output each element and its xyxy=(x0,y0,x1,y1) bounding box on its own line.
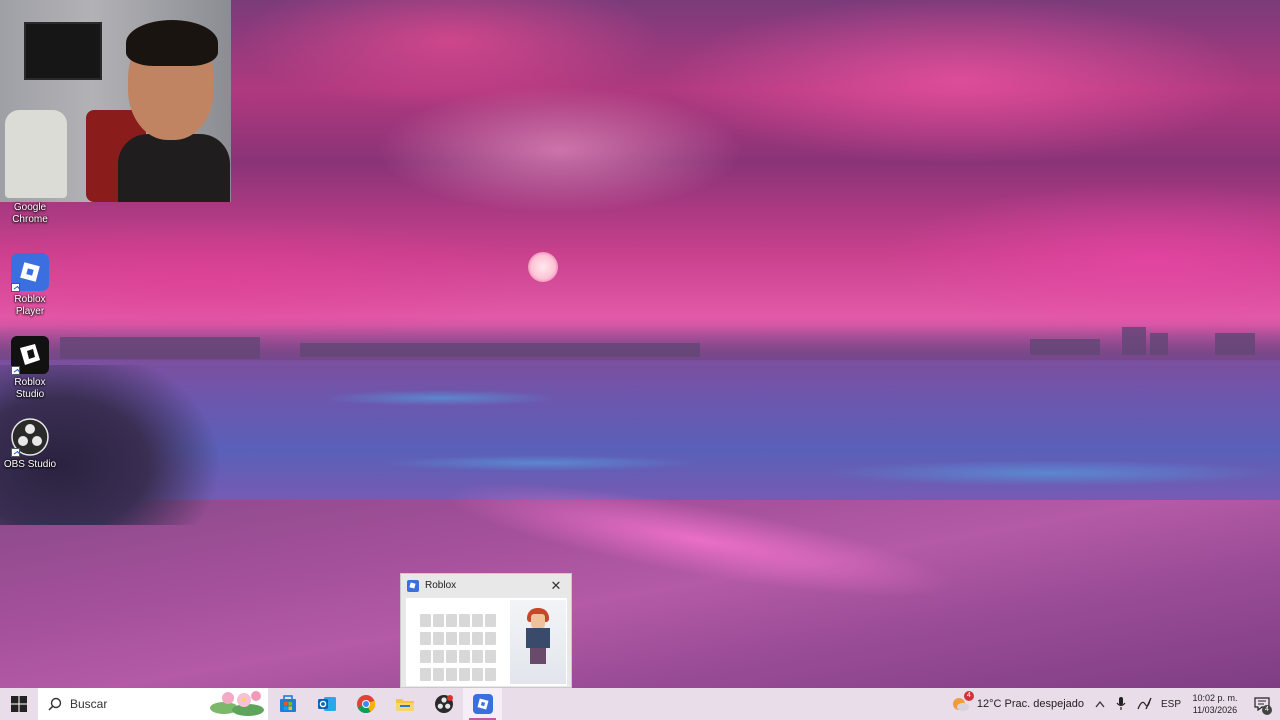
notifications-button[interactable]: 4 xyxy=(1244,688,1280,720)
clock-time: 10:02 p. m. xyxy=(1192,693,1238,703)
store-icon xyxy=(279,695,296,712)
weather-widget[interactable]: 4 12°C Prac. despejado xyxy=(945,688,1090,720)
taskbar-store[interactable] xyxy=(268,688,307,720)
taskbar-file-explorer[interactable] xyxy=(385,688,424,720)
desktop-icon-roblox-player[interactable]: Roblox Player xyxy=(0,253,60,318)
language-indicator[interactable]: ESP xyxy=(1156,688,1186,720)
catalog-item-thumb xyxy=(446,650,457,663)
desktop-icon-obs[interactable]: OBS Studio xyxy=(0,418,60,471)
chrome-icon xyxy=(356,695,375,714)
desktop-icon-roblox-studio[interactable]: Roblox Studio xyxy=(0,336,60,401)
catalog-item-thumb xyxy=(433,614,444,627)
catalog-item-thumb xyxy=(446,632,457,645)
roblox-studio-icon xyxy=(11,336,49,375)
obs-icon xyxy=(11,418,49,457)
roblox-player-icon xyxy=(11,253,49,292)
microphone-icon xyxy=(1116,697,1126,710)
catalog-item-thumb xyxy=(433,650,444,663)
streamer xyxy=(118,20,230,202)
clock[interactable]: 10:02 p. m. 11/03/2026 xyxy=(1186,688,1244,720)
preview-title: Roblox xyxy=(425,580,457,591)
chevron-up-icon xyxy=(1095,700,1105,708)
desktop-icon-label: Roblox Player xyxy=(14,294,46,317)
cam-tv xyxy=(24,22,102,80)
taskbar-roblox[interactable] xyxy=(463,688,502,720)
outlook-icon xyxy=(317,697,336,711)
shortcut-arrow-icon xyxy=(11,366,20,375)
system-tray: 4 12°C Prac. despejado ESP 10:02 p. m. 1… xyxy=(945,688,1280,720)
search-icon xyxy=(48,697,62,711)
desktop-icon-chrome[interactable]: Google Chrome xyxy=(0,202,60,226)
catalog-item-thumb xyxy=(472,632,483,645)
shortcut-arrow-icon xyxy=(11,283,20,292)
catalog-item-thumb xyxy=(420,632,431,645)
avatar-catalog-grid xyxy=(408,604,508,684)
catalog-item-thumb xyxy=(459,650,470,663)
preview-thumbnail[interactable] xyxy=(406,598,567,686)
catalog-item-thumb xyxy=(485,632,496,645)
taskbar-outlook[interactable] xyxy=(307,688,346,720)
weather-text: 12°C Prac. despejado xyxy=(976,698,1084,710)
sun xyxy=(528,252,558,282)
catalog-item-thumb xyxy=(433,632,444,645)
desktop-icon-label: OBS Studio xyxy=(3,459,57,470)
catalog-item-thumb xyxy=(459,614,470,627)
catalog-item-thumb xyxy=(472,668,483,681)
search-placeholder: Buscar xyxy=(70,697,108,711)
obs-icon xyxy=(434,695,453,713)
catalog-item-thumb xyxy=(485,668,496,681)
catalog-item-thumb xyxy=(472,614,483,627)
catalog-item-thumb xyxy=(485,650,496,663)
catalog-item-thumb xyxy=(485,614,496,627)
catalog-item-thumb xyxy=(459,668,470,681)
cam-white-chair xyxy=(5,110,67,198)
shortcut-arrow-icon xyxy=(11,448,20,457)
catalog-item-thumb xyxy=(472,650,483,663)
file-explorer-icon xyxy=(395,699,414,711)
catalog-item-thumb xyxy=(446,614,457,627)
search-box[interactable]: Buscar xyxy=(38,688,268,720)
desktop-icon-label: Roblox Studio xyxy=(14,377,46,400)
desktop-icon-label: Google Chrome xyxy=(12,202,48,225)
show-hidden-icons-button[interactable] xyxy=(1090,688,1110,720)
taskbar-obs[interactable] xyxy=(424,688,463,720)
roblox-window-preview[interactable]: Roblox ✕ xyxy=(400,573,572,688)
taskbar: Buscar 4 12°C Prac. despejado ESP 10:02 … xyxy=(0,688,1280,720)
weather-icon: 4 xyxy=(951,691,974,714)
close-icon[interactable]: ✕ xyxy=(547,577,565,595)
catalog-item-thumb xyxy=(459,632,470,645)
pen-icon xyxy=(1137,697,1152,710)
windows-icon xyxy=(11,696,27,712)
notification-count: 4 xyxy=(1262,705,1272,715)
roblox-icon xyxy=(407,579,419,592)
taskbar-chrome[interactable] xyxy=(346,688,385,720)
catalog-item-thumb xyxy=(420,614,431,627)
catalog-item-thumb xyxy=(433,668,444,681)
roblox-icon xyxy=(472,694,493,714)
search-highlight-icon xyxy=(210,691,264,716)
webcam-overlay xyxy=(0,0,231,202)
start-button[interactable] xyxy=(0,688,38,720)
catalog-item-thumb xyxy=(420,668,431,681)
catalog-item-thumb xyxy=(446,668,457,681)
weather-badge: 4 xyxy=(963,691,974,701)
preview-header: Roblox ✕ xyxy=(401,574,571,597)
pen-menu-button[interactable] xyxy=(1132,688,1156,720)
catalog-item-thumb xyxy=(420,650,431,663)
microphone-button[interactable] xyxy=(1110,688,1132,720)
clock-date: 11/03/2026 xyxy=(1192,705,1238,715)
